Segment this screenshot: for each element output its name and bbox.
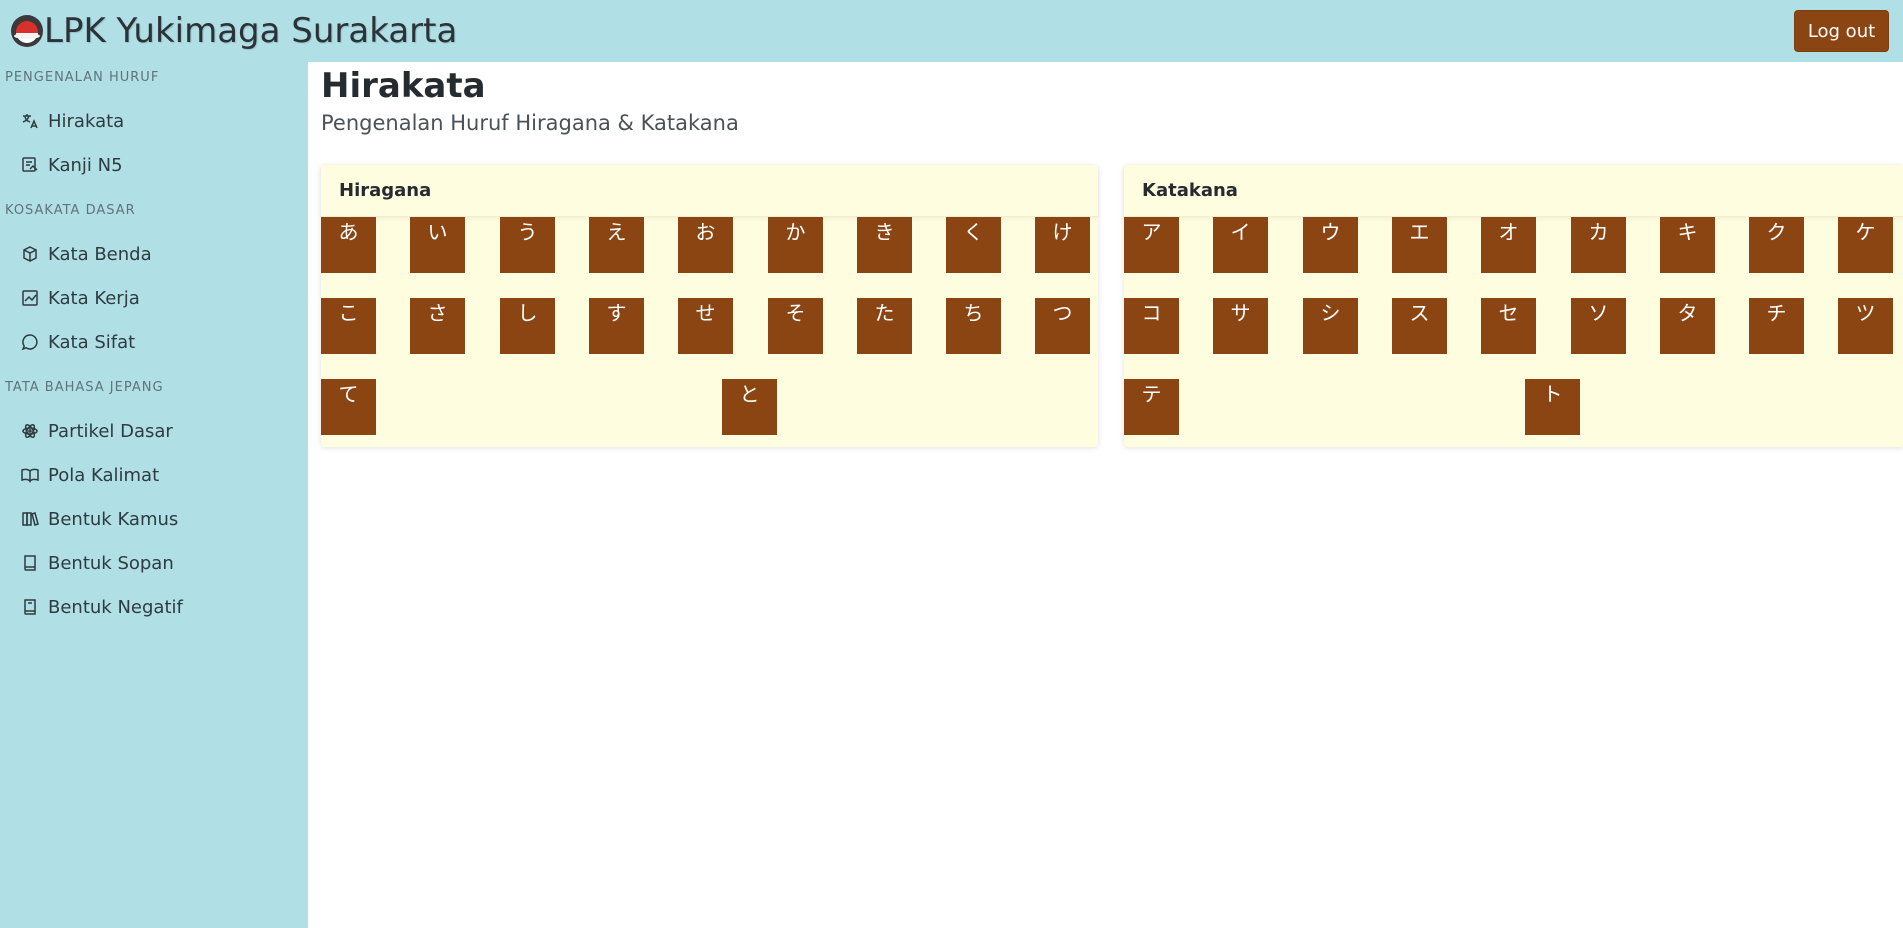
book-icon xyxy=(24,555,36,571)
sidebar-item-bentuk-kamus[interactable]: Bentuk Kamus xyxy=(21,505,178,533)
sidebar-item-partikel-dasar[interactable]: Partikel Dasar xyxy=(21,417,173,445)
katakana-char-tile[interactable]: ト xyxy=(1525,379,1580,435)
katakana-char-tile[interactable]: サ xyxy=(1213,298,1268,354)
sidebar-item-label: Hirakata xyxy=(48,110,125,132)
hiragana-char-tile[interactable]: し xyxy=(500,298,555,354)
image-text-icon xyxy=(22,157,38,172)
katakana-char-tile[interactable]: オ xyxy=(1481,217,1536,273)
sidebar-item-label: Partikel Dasar xyxy=(48,420,173,442)
chat-icon xyxy=(21,334,38,351)
brand-title: LPK Yukimaga Surakarta xyxy=(44,11,458,51)
activity-icon xyxy=(22,290,38,306)
translate-icon xyxy=(22,114,38,129)
hiragana-card-title: Hiragana xyxy=(321,165,1098,217)
atom-icon xyxy=(22,424,38,438)
hiragana-char-tile[interactable]: け xyxy=(1035,217,1090,273)
sidebar-section-heading: TATA BAHASA JEPANG xyxy=(5,380,164,395)
hiragana-char-tile[interactable]: い xyxy=(410,217,465,273)
katakana-card-title: Katakana xyxy=(1124,165,1903,217)
sidebar-section-heading: PENGENALAN HURUF xyxy=(5,70,160,85)
hiragana-char-tile[interactable]: え xyxy=(589,217,644,273)
top-bar: LPK Yukimaga Surakarta Log out xyxy=(0,0,1903,62)
hiragana-char-tile[interactable]: き xyxy=(857,217,912,273)
sidebar-item-label: Kanji N5 xyxy=(48,154,123,176)
katakana-char-tile[interactable]: ス xyxy=(1392,298,1447,354)
sidebar-item-pola-kalimat[interactable]: Pola Kalimat xyxy=(21,461,159,489)
logo-icon xyxy=(11,15,43,47)
sidebar-item-kata-benda[interactable]: Kata Benda xyxy=(21,240,152,268)
hiragana-char-tile[interactable]: と xyxy=(722,379,777,435)
sidebar-item-label: Bentuk Kamus xyxy=(48,508,179,530)
katakana-char-tile[interactable]: シ xyxy=(1303,298,1358,354)
books-icon xyxy=(22,512,39,526)
sidebar-item-bentuk-sopan[interactable]: Bentuk Sopan xyxy=(21,549,174,577)
sidebar-item-hirakata[interactable]: Hirakata xyxy=(21,107,124,135)
katakana-char-tile[interactable]: エ xyxy=(1392,217,1447,273)
katakana-char-tile[interactable]: ク xyxy=(1749,217,1804,273)
katakana-char-tile[interactable]: コ xyxy=(1124,298,1179,354)
hiragana-char-tile[interactable]: ち xyxy=(946,298,1001,354)
sidebar-item-kata-sifat[interactable]: Kata Sifat xyxy=(21,328,135,356)
sidebar-item-kata-kerja[interactable]: Kata Kerja xyxy=(21,284,140,312)
hiragana-char-tile[interactable]: せ xyxy=(678,298,733,354)
katakana-char-tile[interactable]: イ xyxy=(1213,217,1268,273)
journal-icon xyxy=(24,599,36,615)
katakana-char-tile[interactable]: キ xyxy=(1660,217,1715,273)
katakana-char-tile[interactable]: ケ xyxy=(1838,217,1893,273)
page-title: Hirakata xyxy=(321,66,486,106)
sidebar-item-label: Kata Kerja xyxy=(48,287,140,309)
sidebar-item-label: Kata Benda xyxy=(48,243,152,265)
hiragana-char-tile[interactable]: つ xyxy=(1035,298,1090,354)
sidebar-item-kanji-n5[interactable]: Kanji N5 xyxy=(21,151,123,179)
sidebar-item-label: Pola Kalimat xyxy=(48,464,160,486)
hiragana-char-tile[interactable]: く xyxy=(946,217,1001,273)
hiragana-char-tile[interactable]: う xyxy=(500,217,555,273)
katakana-char-tile[interactable]: タ xyxy=(1660,298,1715,354)
open-book-icon xyxy=(21,468,39,483)
sidebar-section-heading: KOSAKATA DASAR xyxy=(5,203,136,218)
hiragana-char-tile[interactable]: た xyxy=(857,298,912,354)
hiragana-char-tile[interactable]: か xyxy=(768,217,823,273)
hiragana-char-tile[interactable]: こ xyxy=(321,298,376,354)
hiragana-char-tile[interactable]: す xyxy=(589,298,644,354)
sidebar-item-label: Bentuk Sopan xyxy=(48,552,174,574)
katakana-char-tile[interactable]: テ xyxy=(1124,379,1179,435)
hiragana-char-tile[interactable]: お xyxy=(678,217,733,273)
page-subtitle: Pengenalan Huruf Hiragana & Katakana xyxy=(321,111,739,135)
katakana-char-tile[interactable]: カ xyxy=(1571,217,1626,273)
katakana-char-tile[interactable]: ウ xyxy=(1303,217,1358,273)
sidebar-item-label: Bentuk Negatif xyxy=(48,596,183,618)
hiragana-card: Hiragana あいうえおかきくけこさしすせそたちつて と xyxy=(321,165,1098,447)
hiragana-char-tile[interactable]: て xyxy=(321,379,376,435)
sidebar: PENGENALAN HURUF Hirakata Kanji N5 KOSAK… xyxy=(0,62,308,928)
logout-button[interactable]: Log out xyxy=(1794,10,1889,52)
sidebar-item-bentuk-negatif[interactable]: Bentuk Negatif xyxy=(21,593,183,621)
sidebar-item-label: Kata Sifat xyxy=(48,331,136,353)
katakana-char-tile[interactable]: ソ xyxy=(1571,298,1626,354)
katakana-char-tile[interactable]: ツ xyxy=(1838,298,1893,354)
hiragana-char-tile[interactable]: そ xyxy=(768,298,823,354)
brand[interactable]: LPK Yukimaga Surakarta xyxy=(11,10,457,52)
hiragana-char-tile[interactable]: あ xyxy=(321,217,376,273)
box-icon xyxy=(23,246,37,262)
katakana-card: Katakana アイウエオカキクケコサシスセソタチツテ ト xyxy=(1124,165,1903,447)
katakana-char-tile[interactable]: セ xyxy=(1481,298,1536,354)
katakana-char-tile[interactable]: チ xyxy=(1749,298,1804,354)
katakana-char-tile[interactable]: ア xyxy=(1124,217,1179,273)
hiragana-char-tile[interactable]: さ xyxy=(410,298,465,354)
